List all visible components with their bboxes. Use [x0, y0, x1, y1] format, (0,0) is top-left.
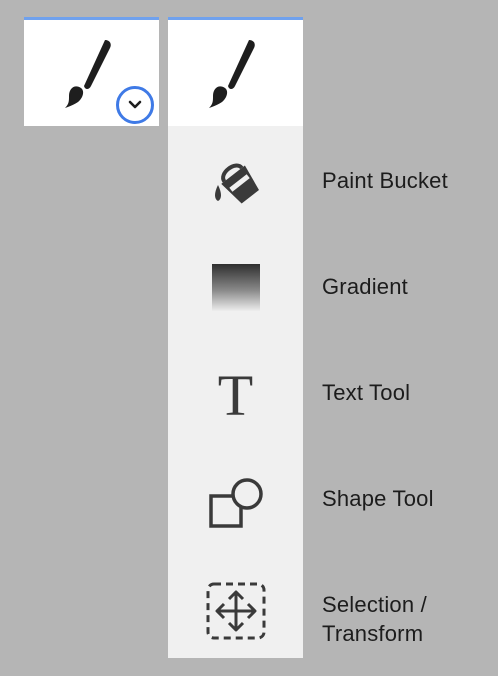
- shape-tool-icon: [208, 478, 263, 528]
- flyout-item-text-tool[interactable]: T: [168, 366, 303, 426]
- flyout-item-paint-bucket[interactable]: [168, 153, 303, 209]
- flyout-item-label[interactable]: Shape Tool: [322, 484, 434, 513]
- flyout-item-selection-transform[interactable]: [168, 580, 303, 642]
- flyout-item-label[interactable]: Gradient: [322, 272, 408, 301]
- paint-bucket-icon: [214, 163, 259, 204]
- gradient-icon: [211, 264, 260, 312]
- flyout-item-label[interactable]: Paint Bucket: [322, 166, 448, 195]
- paint-brush-icon: [65, 40, 111, 108]
- paint-brush-icon: [209, 40, 255, 108]
- flyout-item-label[interactable]: Text Tool: [322, 378, 410, 407]
- flyout-brush-tool-button[interactable]: [168, 17, 303, 126]
- flyout-item-shape-tool[interactable]: [168, 474, 303, 532]
- text-tool-icon: T: [217, 363, 254, 428]
- flyout-item-label[interactable]: Selection /: [322, 590, 427, 619]
- tool-dropdown-toggle[interactable]: [116, 86, 154, 124]
- selection-transform-icon: [206, 582, 265, 640]
- chevron-down-icon: [128, 100, 142, 109]
- flyout-item-label-line2[interactable]: Transform: [322, 619, 423, 648]
- flyout-item-gradient[interactable]: [168, 261, 303, 315]
